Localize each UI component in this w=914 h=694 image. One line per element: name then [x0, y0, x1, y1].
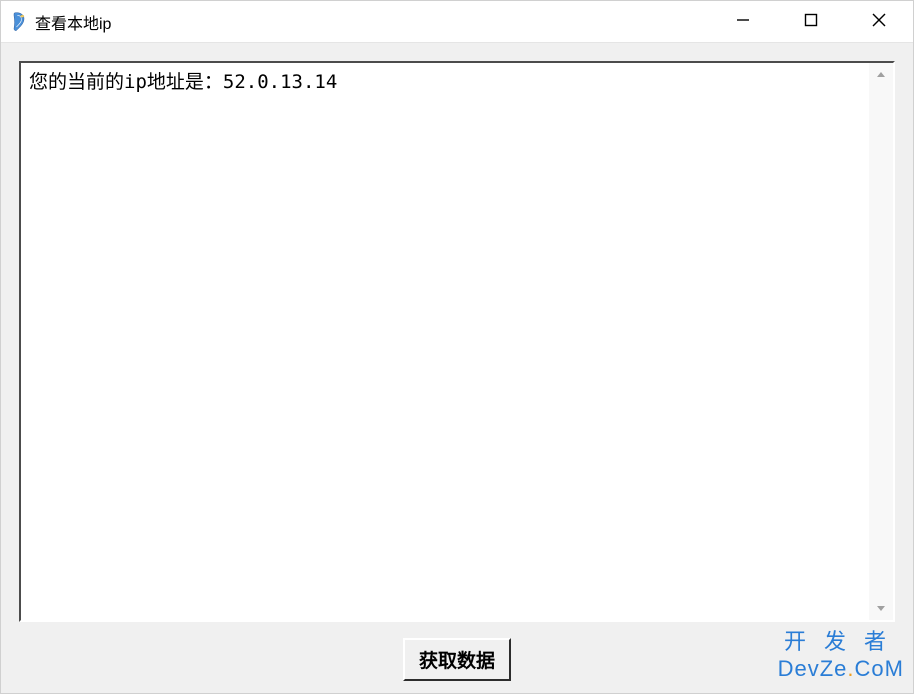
maximize-button[interactable] [777, 1, 845, 42]
button-row: 获取数据 [19, 622, 895, 681]
scroll-down-icon [873, 600, 889, 616]
minimize-icon [736, 13, 750, 30]
ip-output-textbox[interactable]: 您的当前的ip地址是：52.0.13.14 [21, 63, 869, 620]
window-title: 查看本地ip [35, 10, 111, 34]
titlebar: 查看本地ip [1, 1, 913, 43]
window-controls [709, 1, 913, 42]
app-window: 查看本地ip [0, 0, 914, 694]
scroll-up-icon [873, 67, 889, 83]
maximize-icon [804, 13, 818, 30]
vertical-scrollbar[interactable] [869, 63, 893, 620]
client-area: 您的当前的ip地址是：52.0.13.14 获取数据 [1, 43, 913, 693]
app-icon [9, 12, 29, 32]
close-button[interactable] [845, 1, 913, 42]
titlebar-left: 查看本地ip [1, 10, 111, 34]
close-icon [872, 13, 886, 30]
text-frame: 您的当前的ip地址是：52.0.13.14 [19, 61, 895, 622]
fetch-data-button[interactable]: 获取数据 [403, 638, 511, 681]
minimize-button[interactable] [709, 1, 777, 42]
